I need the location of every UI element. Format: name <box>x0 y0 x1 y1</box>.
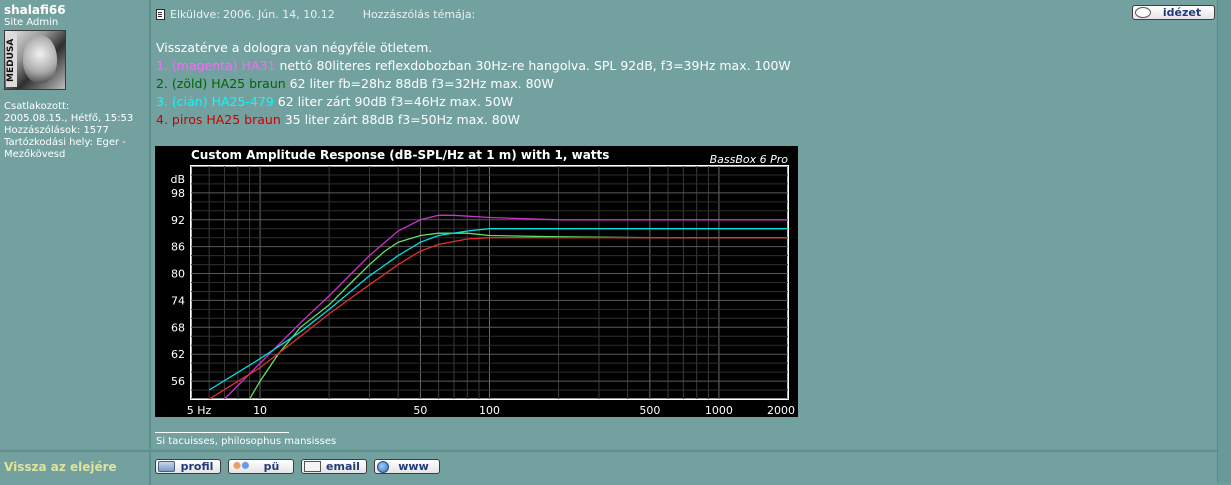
idea-number: 2. <box>156 76 168 91</box>
pm-button[interactable]: pü <box>228 459 294 474</box>
quote-button-label: idézet <box>1162 6 1202 19</box>
author-name[interactable]: shalafi66 <box>4 3 66 17</box>
x-tick-label: 10 <box>253 404 267 417</box>
idea-text: 62 liter zárt 90dB f3=46Hz max. 50W <box>277 94 514 109</box>
chart-svg: Custom Amplitude Response (dB-SPL/Hz at … <box>170 148 795 417</box>
post-content: Visszatérve a dologra van négyféle ötlet… <box>156 39 791 129</box>
frequency-response-chart: Custom Amplitude Response (dB-SPL/Hz at … <box>155 146 798 417</box>
post-footer: Vissza az elejére profil pü email www <box>0 450 1217 485</box>
email-button[interactable]: email <box>301 459 367 474</box>
idea-tag: (cián) HA25-479 <box>171 94 274 109</box>
chart-title: Custom Amplitude Response (dB-SPL/Hz at … <box>191 148 609 162</box>
chart-ylabel: dB <box>170 173 185 186</box>
y-tick-label: 98 <box>171 187 185 200</box>
y-tick-label: 86 <box>171 241 185 254</box>
idea-tag: (zöld) HA25 braun <box>171 76 286 91</box>
idea-number: 3. <box>156 94 168 109</box>
posts-row: Hozzászólások: 1577 <box>4 125 148 137</box>
post-intro: Visszatérve a dologra van négyféle ötlet… <box>156 40 433 55</box>
idea-tag: piros HA25 braun <box>171 112 281 127</box>
profile-button-label: profil <box>180 460 214 473</box>
idea-number: 1. <box>156 58 168 73</box>
idea-number: 4. <box>156 112 168 127</box>
profile-button[interactable]: profil <box>155 459 221 474</box>
y-tick-label: 80 <box>171 268 185 281</box>
posts-label: Hozzászólások: <box>4 125 81 136</box>
subject-label: Hozzászólás témája: <box>362 8 476 21</box>
idea-text: nettó 80literes reflexdobozban 30Hz-re h… <box>279 58 791 73</box>
chart-brand: BassBox 6 Pro <box>710 153 789 166</box>
avatar-caption: MEDUSA <box>6 33 17 87</box>
location-row: Tartózkodási hely: Eger - Mezőkövesd <box>4 137 148 161</box>
post-container: shalafi66 Site Admin MEDUSA Csatlakozott… <box>0 0 1231 485</box>
x-tick-label: 5 Hz <box>187 404 212 417</box>
idea-text: 62 liter fb=28hz 88dB f3=32Hz max. 80W <box>289 76 554 91</box>
scrollbar[interactable] <box>1217 0 1231 483</box>
email-icon <box>304 461 321 472</box>
email-button-label: email <box>326 460 360 473</box>
y-tick-label: 92 <box>171 214 185 227</box>
idea-item: 4. piros HA25 braun 35 liter zárt 88dB f… <box>156 111 791 129</box>
posted-date: 2006. Jún. 14, 10.12 <box>223 8 335 21</box>
back-to-top-link[interactable]: Vissza az elejére <box>4 460 117 474</box>
profile-icon <box>158 461 175 472</box>
idea-tag: (magenta) HA31 <box>171 58 276 73</box>
idea-text: 35 liter zárt 88dB f3=50Hz max. 80W <box>284 112 521 127</box>
avatar: MEDUSA <box>4 30 66 90</box>
author-rank: Site Admin <box>4 17 59 28</box>
idea-item: 2. (zöld) HA25 braun 62 liter fb=28hz 88… <box>156 75 791 93</box>
private-message-icon <box>231 461 251 472</box>
globe-icon <box>377 460 389 473</box>
signature-divider <box>155 432 289 433</box>
profile-info: Csatlakozott: 2005.08.15., Hétfő, 15:53 … <box>4 101 148 161</box>
x-tick-label: 100 <box>479 404 500 417</box>
www-button-label: www <box>398 460 429 473</box>
quote-button[interactable]: idézet <box>1132 5 1215 20</box>
post-body-column: Elküldve: 2006. Jún. 14, 10.12 Hozzászól… <box>151 0 1217 449</box>
joined-date: 2005.08.15., Hétfő, 15:53 <box>4 113 134 124</box>
posted-label: Elküldve: <box>170 8 221 21</box>
joined-label: Csatlakozott: <box>4 101 70 112</box>
pm-button-label: pü <box>263 460 280 473</box>
author-column: shalafi66 Site Admin MEDUSA Csatlakozott… <box>0 0 151 449</box>
y-tick-label: 62 <box>171 348 185 361</box>
y-tick-label: 56 <box>171 375 185 388</box>
x-tick-label: 1000 <box>705 404 733 417</box>
x-tick-label: 50 <box>413 404 427 417</box>
signature: Si tacuisses, philosophus mansisses <box>156 436 337 447</box>
quote-icon <box>1135 7 1151 18</box>
location-label: Tartózkodási hely: <box>4 137 94 148</box>
y-tick-label: 74 <box>171 294 185 307</box>
avatar-face <box>23 35 57 83</box>
posts-count: 1577 <box>83 125 109 136</box>
www-button[interactable]: www <box>374 459 440 474</box>
y-tick-label: 68 <box>171 321 185 334</box>
x-tick-label: 500 <box>639 404 660 417</box>
idea-item: 3. (cián) HA25-479 62 liter zárt 90dB f3… <box>156 93 791 111</box>
post-icon[interactable] <box>156 9 165 20</box>
post-header: Elküldve: 2006. Jún. 14, 10.12 Hozzászól… <box>156 8 475 21</box>
x-tick-label: 2000 <box>767 404 795 417</box>
idea-item: 1. (magenta) HA31 nettó 80literes reflex… <box>156 57 791 75</box>
